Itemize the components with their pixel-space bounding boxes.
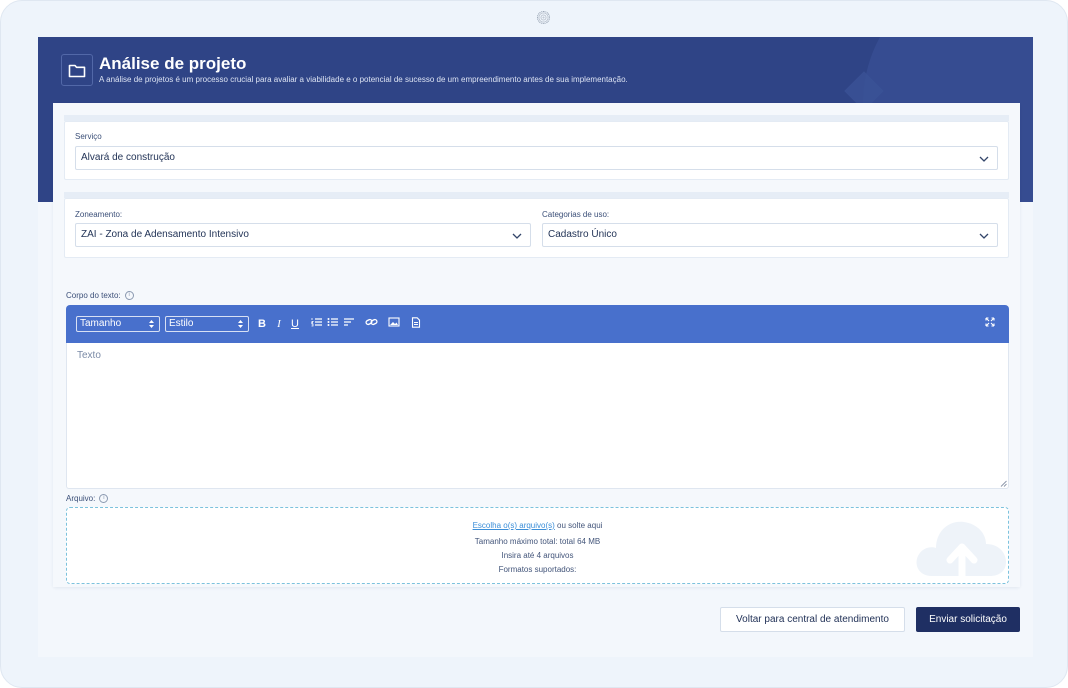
style-select[interactable]: Estilo: [165, 316, 249, 332]
servico-value: Alvará de construção: [81, 152, 175, 163]
arquivo-label: Arquivo: i: [66, 494, 109, 504]
max-size-text: Tamanho máximo total: total 64 MB: [474, 537, 601, 546]
corpo-label: Corpo do texto: i: [66, 291, 134, 301]
bullet-list-icon[interactable]: [326, 317, 340, 331]
select-arrows-icon: [238, 320, 243, 328]
chevron-down-icon: [979, 156, 989, 162]
align-left-icon[interactable]: [342, 317, 356, 331]
select-arrows-icon: [149, 320, 154, 328]
underline-button[interactable]: U: [288, 317, 302, 331]
chevron-down-icon: [512, 233, 522, 239]
info-icon: i: [124, 291, 134, 301]
info-icon: i: [99, 494, 109, 504]
section-divider: [64, 192, 1009, 198]
servico-label: Serviço: [75, 132, 102, 141]
zoneamento-section: Zoneamento: ZAI - Zona de Adensamento In…: [64, 192, 1009, 258]
app-screen: Análise de projeto A análise de projetos…: [38, 37, 1033, 657]
device-frame: Análise de projeto A análise de projetos…: [0, 0, 1068, 688]
document-icon[interactable]: [409, 317, 423, 331]
servico-section: Serviço Alvará de construção: [64, 115, 1009, 180]
arquivo-label-text: Arquivo:: [66, 494, 96, 503]
bold-button[interactable]: B: [255, 317, 269, 331]
camera-icon: [537, 11, 550, 24]
categorias-value: Cadastro Único: [548, 229, 617, 240]
ordered-list-icon[interactable]: [310, 317, 324, 331]
servico-select[interactable]: Alvará de construção: [75, 146, 998, 170]
dropzone-prompt: Escolha o(s) arquivo(s) ou solte aqui: [67, 521, 1008, 530]
image-icon[interactable]: [387, 317, 401, 331]
categorias-label: Categorias de uso:: [542, 210, 610, 219]
submit-button[interactable]: Enviar solicitação: [916, 607, 1020, 632]
style-select-value: Estilo: [169, 318, 194, 329]
page-title: Análise de projeto: [99, 54, 247, 73]
chevron-down-icon: [979, 233, 989, 239]
size-select[interactable]: Tamanho: [76, 316, 160, 332]
max-files-text: Insira até 4 arquivos: [501, 551, 574, 560]
corpo-label-text: Corpo do texto:: [66, 291, 121, 300]
resize-handle-icon[interactable]: [1000, 480, 1007, 487]
link-icon[interactable]: [364, 317, 378, 331]
file-dropzone[interactable]: Escolha o(s) arquivo(s) ou solte aqui Ta…: [66, 507, 1009, 584]
categorias-select[interactable]: Cadastro Único: [542, 223, 998, 247]
folder-icon: [61, 54, 93, 86]
choose-files-link[interactable]: Escolha o(s) arquivo(s): [473, 521, 555, 530]
fullscreen-icon[interactable]: [983, 317, 997, 331]
zoneamento-label: Zoneamento:: [75, 210, 123, 219]
text-editor[interactable]: Texto: [66, 343, 1009, 489]
formats-text: Formatos suportados:: [498, 565, 577, 574]
editor-toolbar: Tamanho Estilo B I U: [66, 305, 1009, 343]
editor-placeholder: Texto: [77, 350, 101, 361]
zoneamento-select[interactable]: ZAI - Zona de Adensamento Intensivo: [75, 223, 531, 247]
italic-button[interactable]: I: [272, 317, 286, 331]
section-divider: [64, 115, 1009, 121]
zoneamento-value: ZAI - Zona de Adensamento Intensivo: [81, 229, 249, 240]
size-select-value: Tamanho: [80, 318, 122, 329]
drop-text: ou solte aqui: [557, 521, 603, 530]
back-button[interactable]: Voltar para central de atendimento: [720, 607, 905, 632]
page-subtitle: A análise de projetos é um processo cruc…: [99, 75, 628, 84]
